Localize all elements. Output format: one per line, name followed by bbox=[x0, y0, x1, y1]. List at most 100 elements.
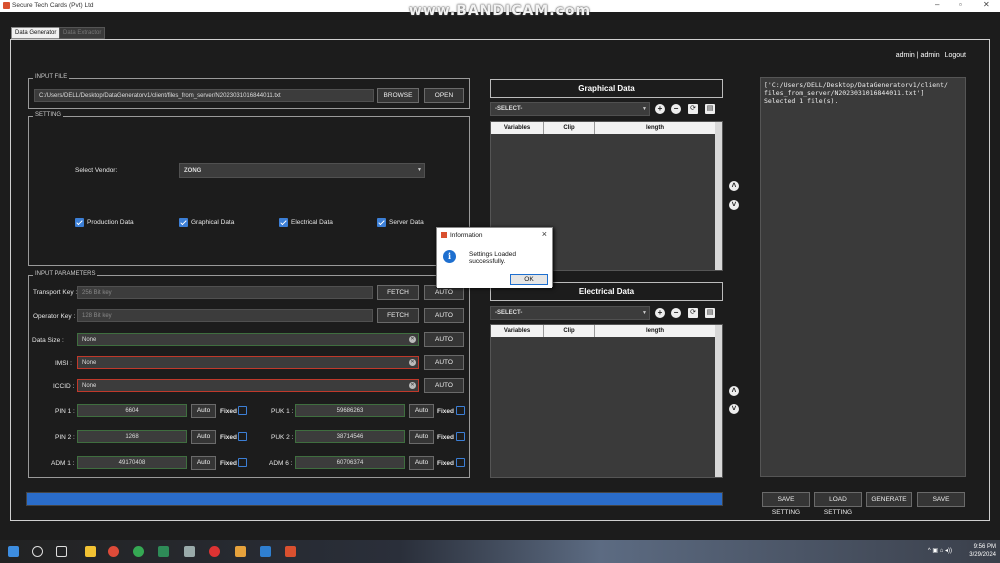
remove-icon[interactable]: − bbox=[671, 308, 681, 318]
pin1-fixed-label: Fixed bbox=[220, 408, 237, 415]
column-header[interactable]: length bbox=[595, 122, 715, 134]
recording-watermark: www.BANDICAM.com bbox=[408, 3, 592, 19]
server-data-checkbox[interactable] bbox=[377, 218, 386, 227]
chevron-down-icon[interactable]: ˅ bbox=[729, 200, 739, 210]
tray-icons[interactable]: ^ ▣ ⌂ ◂)) bbox=[928, 547, 952, 555]
app-icon[interactable] bbox=[158, 546, 169, 557]
column-header[interactable]: length bbox=[595, 325, 715, 337]
operator-auto-button[interactable]: AUTO bbox=[424, 308, 464, 323]
record-icon[interactable] bbox=[209, 546, 220, 557]
remove-icon[interactable]: − bbox=[671, 104, 681, 114]
puk2-input[interactable]: 38714546 bbox=[295, 430, 405, 443]
adm6-auto-button[interactable]: Auto bbox=[409, 456, 434, 470]
vscode-icon[interactable] bbox=[260, 546, 271, 557]
iccid-label: ICCID : bbox=[53, 383, 75, 390]
puk2-fixed-label: Fixed bbox=[437, 434, 454, 441]
windows-start-icon[interactable] bbox=[8, 546, 19, 557]
pin1-fixed-checkbox[interactable] bbox=[238, 406, 247, 415]
app-icon[interactable] bbox=[235, 546, 246, 557]
tab-data-generator[interactable]: Data Generator bbox=[11, 27, 61, 39]
save-icon[interactable]: ▤ bbox=[705, 104, 715, 114]
puk1-fixed-checkbox[interactable] bbox=[456, 406, 465, 415]
vendor-select[interactable]: ZONG bbox=[179, 163, 425, 178]
column-header[interactable]: Variables bbox=[491, 122, 544, 134]
pin2-fixed-checkbox[interactable] bbox=[238, 432, 247, 441]
tab-data-extractor[interactable]: Data Extractor bbox=[59, 27, 106, 39]
system-tray: ^ ▣ ⌂ ◂)) 9:56 PM 3/29/2024 bbox=[928, 543, 996, 559]
dialog-close-icon[interactable]: × bbox=[542, 229, 547, 239]
data-size-auto-button[interactable]: AUTO bbox=[424, 332, 464, 347]
production-data-checkbox[interactable] bbox=[75, 218, 84, 227]
iccid-input[interactable]: None bbox=[77, 379, 419, 392]
clock-date[interactable]: 3/29/2024 bbox=[969, 551, 996, 559]
user-role: admin bbox=[920, 52, 940, 59]
logout-link[interactable]: Logout bbox=[945, 52, 966, 59]
file-explorer-icon[interactable] bbox=[85, 546, 96, 557]
add-icon[interactable]: + bbox=[655, 308, 665, 318]
iccid-auto-button[interactable]: AUTO bbox=[424, 378, 464, 393]
clear-icon[interactable]: ✕ bbox=[409, 359, 416, 366]
operator-key-input[interactable]: 128 Bit key bbox=[77, 309, 373, 322]
dialog-body: i Settings Loaded successfully. OK bbox=[437, 242, 552, 288]
transport-fetch-button[interactable]: FETCH bbox=[377, 285, 419, 300]
clear-icon[interactable]: ✕ bbox=[409, 382, 416, 389]
electrical-table: Variables Clip length bbox=[490, 324, 723, 478]
save-setting-button[interactable]: SAVE SETTING bbox=[762, 492, 810, 516]
pin1-label: PIN 1 : bbox=[55, 408, 75, 415]
dialog-ok-button[interactable]: OK bbox=[510, 274, 548, 285]
electrical-data-checkbox[interactable] bbox=[279, 218, 288, 227]
browse-button[interactable]: BROWSE bbox=[377, 88, 419, 103]
chevron-up-icon[interactable]: ˄ bbox=[729, 181, 739, 191]
search-icon[interactable] bbox=[32, 546, 43, 557]
clock-time[interactable]: 9:56 PM bbox=[969, 543, 996, 551]
log-output[interactable]: ['C:/Users/DELL/Desktop/DataGeneratorv1/… bbox=[760, 77, 966, 477]
imsi-input[interactable]: None bbox=[77, 356, 419, 369]
chrome-profile-icon[interactable] bbox=[133, 546, 144, 557]
save-icon[interactable]: ▤ bbox=[705, 308, 715, 318]
puk2-auto-button[interactable]: Auto bbox=[409, 430, 434, 444]
pin1-input[interactable]: 6604 bbox=[77, 404, 187, 417]
graphical-select[interactable]: -SELECT- bbox=[490, 102, 650, 116]
pin2-auto-button[interactable]: Auto bbox=[191, 430, 216, 444]
puk1-input[interactable]: 59686263 bbox=[295, 404, 405, 417]
imsi-auto-button[interactable]: AUTO bbox=[424, 355, 464, 370]
electrical-select[interactable]: -SELECT- bbox=[490, 306, 650, 320]
open-button[interactable]: OPEN bbox=[424, 88, 464, 103]
electrical-scrollbar[interactable] bbox=[715, 325, 722, 477]
add-icon[interactable]: + bbox=[655, 104, 665, 114]
data-size-input[interactable]: None bbox=[77, 333, 419, 346]
refresh-icon[interactable]: ⟳ bbox=[688, 104, 698, 114]
pin2-input[interactable]: 1268 bbox=[77, 430, 187, 443]
graphical-data-checkbox[interactable] bbox=[179, 218, 188, 227]
task-view-icon[interactable] bbox=[56, 546, 67, 557]
chevron-down-icon[interactable]: ˅ bbox=[729, 404, 739, 414]
file-path-field[interactable]: C:/Users/DELL/Desktop/DataGeneratorv1/cl… bbox=[34, 89, 374, 102]
puk2-fixed-checkbox[interactable] bbox=[456, 432, 465, 441]
column-header[interactable]: Variables bbox=[491, 325, 544, 337]
refresh-icon[interactable]: ⟳ bbox=[688, 308, 698, 318]
puk1-auto-button[interactable]: Auto bbox=[409, 404, 434, 418]
graphical-scrollbar[interactable] bbox=[715, 122, 722, 270]
adm1-auto-button[interactable]: Auto bbox=[191, 456, 216, 470]
clear-icon[interactable]: ✕ bbox=[409, 336, 416, 343]
adm1-input[interactable]: 49170408 bbox=[77, 456, 187, 469]
secure-tech-app-icon[interactable] bbox=[285, 546, 296, 557]
input-file-title: INPUT FILE bbox=[33, 74, 70, 80]
pin1-auto-button[interactable]: Auto bbox=[191, 404, 216, 418]
chevron-up-icon[interactable]: ˄ bbox=[729, 386, 739, 396]
adm1-label: ADM 1 : bbox=[51, 460, 75, 467]
chrome-icon[interactable] bbox=[108, 546, 119, 557]
adm6-input[interactable]: 60706374 bbox=[295, 456, 405, 469]
adm6-fixed-checkbox[interactable] bbox=[456, 458, 465, 467]
save-button[interactable]: SAVE bbox=[917, 492, 965, 507]
app-icon[interactable] bbox=[184, 546, 195, 557]
column-header[interactable]: Clip bbox=[544, 325, 595, 337]
column-header[interactable]: Clip bbox=[544, 122, 595, 134]
load-setting-button[interactable]: LOAD SETTING bbox=[814, 492, 862, 516]
adm1-fixed-checkbox[interactable] bbox=[238, 458, 247, 467]
generate-button[interactable]: GENERATE bbox=[866, 492, 912, 507]
operator-fetch-button[interactable]: FETCH bbox=[377, 308, 419, 323]
adm6-label: ADM 6 : bbox=[269, 460, 293, 467]
progress-bar bbox=[26, 492, 723, 506]
transport-key-input[interactable]: 256 Bit key bbox=[77, 286, 373, 299]
